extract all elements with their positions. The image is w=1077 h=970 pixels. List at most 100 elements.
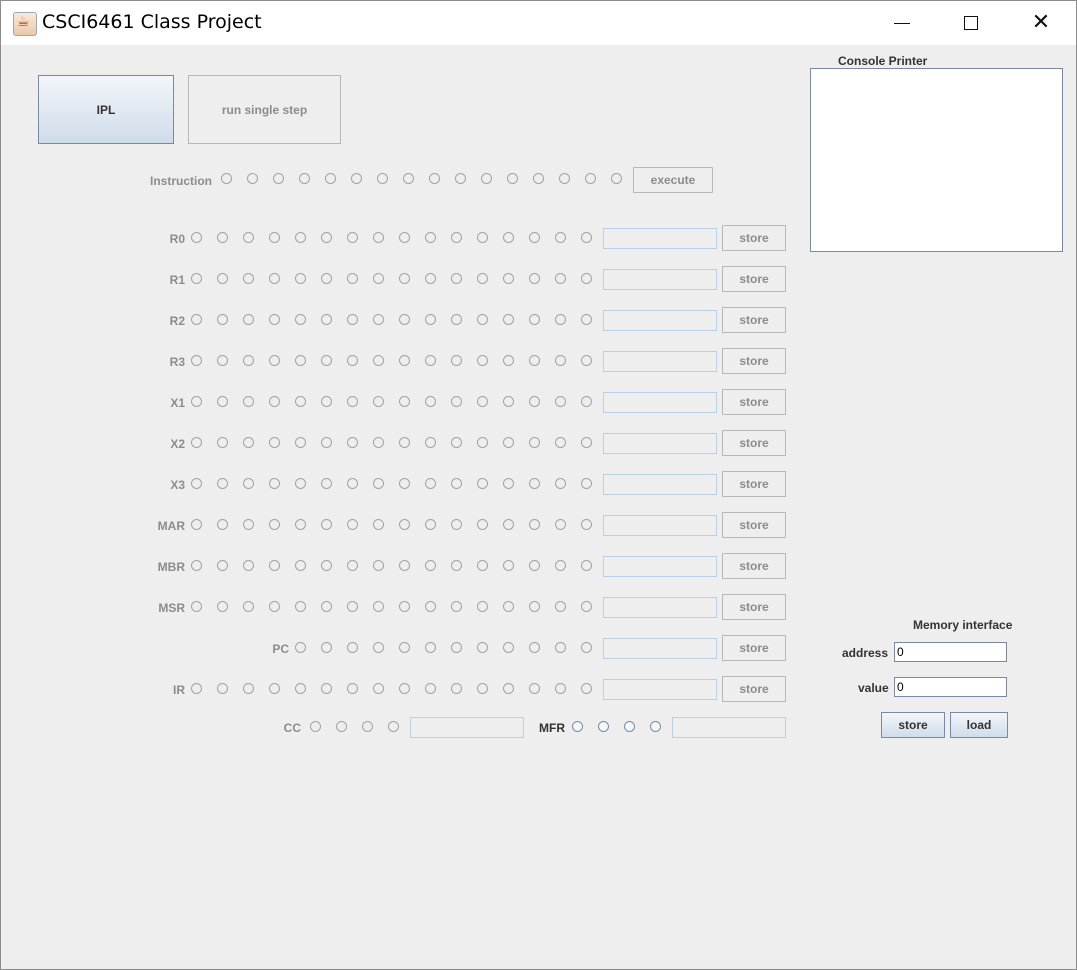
address-input[interactable] (894, 642, 1007, 662)
register-bit-radio[interactable] (321, 355, 332, 366)
register-bit-radio[interactable] (191, 273, 202, 284)
register-bit-radio[interactable] (425, 642, 436, 653)
close-button[interactable]: ✕ (1006, 1, 1076, 45)
register-bit-radio[interactable] (581, 355, 592, 366)
register-bit-radio[interactable] (555, 683, 566, 694)
register-bit-radio[interactable] (217, 478, 228, 489)
register-bit-radio[interactable] (373, 314, 384, 325)
register-bit-radio[interactable] (269, 355, 280, 366)
register-bit-radio[interactable] (295, 437, 306, 448)
register-bit-radio[interactable] (321, 683, 332, 694)
register-bit-radio[interactable] (399, 314, 410, 325)
register-store-button-pc[interactable]: store (722, 635, 786, 661)
register-bit-radio[interactable] (451, 355, 462, 366)
register-bit-radio[interactable] (191, 355, 202, 366)
register-value-field-r0[interactable] (603, 228, 717, 249)
register-bit-radio[interactable] (555, 519, 566, 530)
register-bit-radio[interactable] (217, 314, 228, 325)
register-bit-radio[interactable] (243, 478, 254, 489)
instruction-bit-radio[interactable] (533, 173, 544, 184)
mfr-bit-radio[interactable] (598, 721, 609, 732)
register-bit-radio[interactable] (477, 519, 488, 530)
register-bit-radio[interactable] (347, 642, 358, 653)
register-bit-radio[interactable] (269, 396, 280, 407)
register-bit-radio[interactable] (217, 396, 228, 407)
instruction-bit-radio[interactable] (585, 173, 596, 184)
register-bit-radio[interactable] (529, 683, 540, 694)
register-bit-radio[interactable] (321, 478, 332, 489)
register-bit-radio[interactable] (555, 232, 566, 243)
register-value-field-x1[interactable] (603, 392, 717, 413)
register-bit-radio[interactable] (581, 560, 592, 571)
register-bit-radio[interactable] (243, 396, 254, 407)
register-bit-radio[interactable] (373, 232, 384, 243)
register-store-button-x2[interactable]: store (722, 430, 786, 456)
register-bit-radio[interactable] (451, 519, 462, 530)
register-bit-radio[interactable] (451, 642, 462, 653)
register-bit-radio[interactable] (503, 314, 514, 325)
register-bit-radio[interactable] (399, 273, 410, 284)
register-bit-radio[interactable] (217, 273, 228, 284)
register-bit-radio[interactable] (243, 560, 254, 571)
register-bit-radio[interactable] (373, 601, 384, 612)
register-store-button-r3[interactable]: store (722, 348, 786, 374)
register-bit-radio[interactable] (399, 601, 410, 612)
register-bit-radio[interactable] (399, 560, 410, 571)
register-bit-radio[interactable] (321, 314, 332, 325)
register-bit-radio[interactable] (217, 232, 228, 243)
register-bit-radio[interactable] (295, 232, 306, 243)
register-bit-radio[interactable] (243, 355, 254, 366)
value-input[interactable] (894, 677, 1007, 697)
register-bit-radio[interactable] (503, 355, 514, 366)
register-bit-radio[interactable] (529, 560, 540, 571)
register-bit-radio[interactable] (451, 683, 462, 694)
register-bit-radio[interactable] (295, 519, 306, 530)
register-bit-radio[interactable] (555, 601, 566, 612)
register-bit-radio[interactable] (217, 683, 228, 694)
register-bit-radio[interactable] (503, 642, 514, 653)
instruction-bit-radio[interactable] (455, 173, 466, 184)
mfr-bit-radio[interactable] (572, 721, 583, 732)
register-bit-radio[interactable] (373, 478, 384, 489)
register-bit-radio[interactable] (425, 478, 436, 489)
register-bit-radio[interactable] (321, 519, 332, 530)
register-bit-radio[interactable] (555, 560, 566, 571)
register-bit-radio[interactable] (451, 273, 462, 284)
register-bit-radio[interactable] (529, 601, 540, 612)
register-bit-radio[interactable] (503, 560, 514, 571)
register-store-button-r0[interactable]: store (722, 225, 786, 251)
register-bit-radio[interactable] (581, 396, 592, 407)
register-bit-radio[interactable] (347, 601, 358, 612)
register-bit-radio[interactable] (295, 642, 306, 653)
register-bit-radio[interactable] (347, 437, 358, 448)
register-bit-radio[interactable] (347, 519, 358, 530)
register-bit-radio[interactable] (503, 601, 514, 612)
register-bit-radio[interactable] (581, 232, 592, 243)
register-value-field-mar[interactable] (603, 515, 717, 536)
register-bit-radio[interactable] (529, 478, 540, 489)
register-bit-radio[interactable] (503, 232, 514, 243)
instruction-bit-radio[interactable] (507, 173, 518, 184)
register-bit-radio[interactable] (295, 478, 306, 489)
register-bit-radio[interactable] (529, 314, 540, 325)
memory-store-button[interactable]: store (881, 712, 945, 738)
register-bit-radio[interactable] (425, 683, 436, 694)
register-bit-radio[interactable] (269, 437, 280, 448)
register-bit-radio[interactable] (451, 396, 462, 407)
register-store-button-r2[interactable]: store (722, 307, 786, 333)
register-bit-radio[interactable] (191, 683, 202, 694)
register-bit-radio[interactable] (347, 396, 358, 407)
register-bit-radio[interactable] (295, 560, 306, 571)
register-bit-radio[interactable] (555, 396, 566, 407)
register-bit-radio[interactable] (555, 355, 566, 366)
register-bit-radio[interactable] (295, 314, 306, 325)
register-bit-radio[interactable] (581, 519, 592, 530)
cc-bit-radio[interactable] (310, 721, 321, 732)
register-store-button-x1[interactable]: store (722, 389, 786, 415)
register-value-field-msr[interactable] (603, 597, 717, 618)
register-bit-radio[interactable] (373, 437, 384, 448)
register-bit-radio[interactable] (477, 560, 488, 571)
register-bit-radio[interactable] (217, 560, 228, 571)
cc-value-field[interactable] (410, 717, 524, 738)
register-bit-radio[interactable] (425, 396, 436, 407)
